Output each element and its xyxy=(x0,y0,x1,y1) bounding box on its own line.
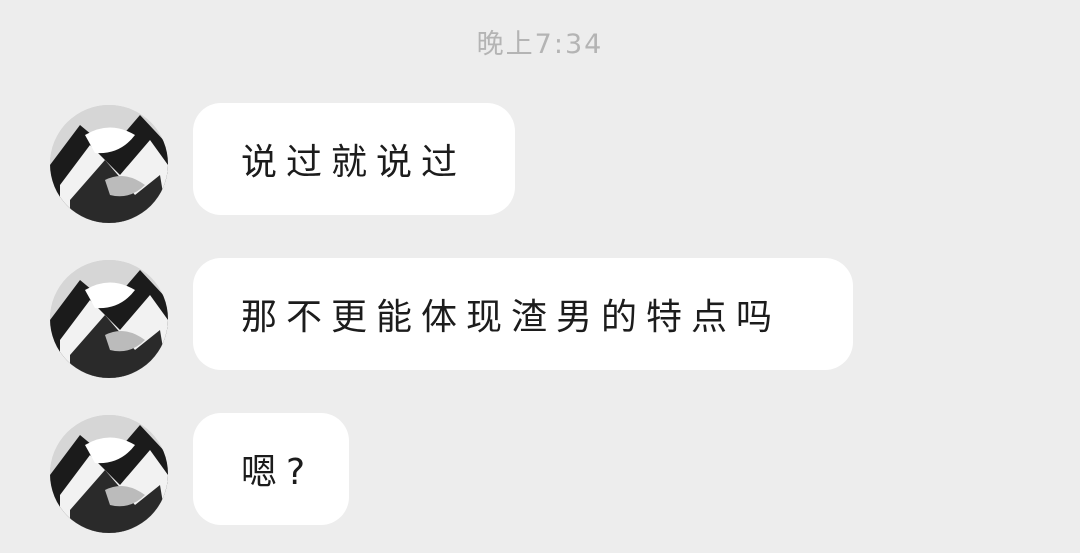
user-avatar-icon[interactable] xyxy=(50,260,168,378)
message-text: 那不更能体现渣男的特点吗 xyxy=(241,297,782,338)
user-avatar-icon[interactable] xyxy=(50,415,168,533)
message-bubble[interactable]: 说过就说过 xyxy=(193,103,515,215)
message-timestamp: 晚上7:34 xyxy=(476,29,604,60)
message-row: 那不更能体现渣男的特点吗 xyxy=(0,258,1080,378)
message-row: 说过就说过 xyxy=(0,103,1080,223)
user-avatar-icon[interactable] xyxy=(50,105,168,223)
message-bubble[interactable]: 嗯? xyxy=(193,413,349,525)
message-row: 嗯? xyxy=(0,413,1080,533)
message-bubble[interactable]: 那不更能体现渣男的特点吗 xyxy=(193,258,853,370)
message-text: 说过就说过 xyxy=(241,142,467,183)
message-text: 嗯? xyxy=(241,452,315,493)
